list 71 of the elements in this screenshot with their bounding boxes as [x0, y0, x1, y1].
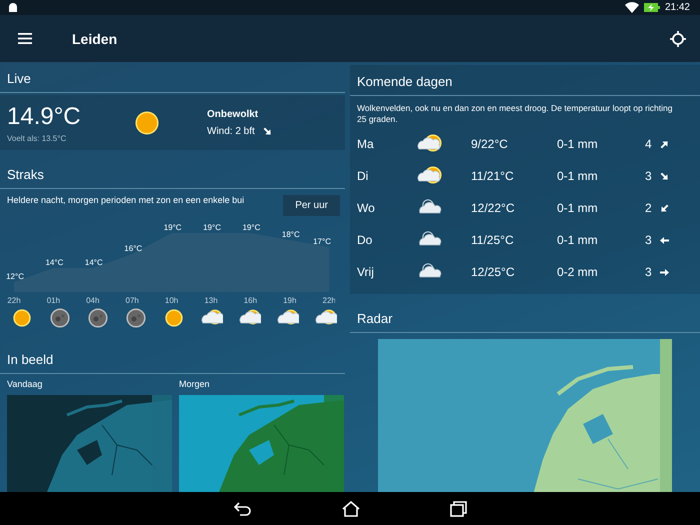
data-label: 18 — [282, 230, 291, 239]
hour-label: 07h — [126, 296, 139, 304]
city-title: Leiden — [72, 30, 118, 46]
day-name: Do — [357, 233, 374, 248]
day-name: Wo — [357, 201, 376, 216]
section-title: Komende dagen — [357, 74, 452, 89]
wifi-icon — [624, 2, 639, 13]
unit-label: °C — [15, 272, 24, 281]
unit-label: °C — [290, 230, 300, 239]
data-label: 17 — [313, 237, 322, 246]
precipitation: 0-1 mm — [557, 233, 599, 248]
wind-force: 3 — [645, 233, 652, 248]
back-icon[interactable] — [234, 502, 252, 516]
condition-text: Onbewolkt — [207, 108, 260, 120]
day-name: Di — [357, 169, 370, 184]
location-icon[interactable] — [670, 30, 686, 46]
battery-icon — [644, 3, 660, 12]
section-title: In beeld — [7, 352, 54, 367]
unit-label: °C — [133, 244, 142, 253]
precipitation: 0-1 mm — [557, 169, 599, 184]
recents-icon[interactable] — [450, 500, 466, 516]
home-icon[interactable] — [342, 500, 360, 516]
current-temperature: 14.9°C — [7, 102, 82, 130]
data-label: 16 — [124, 244, 134, 253]
data-label: 19 — [203, 223, 212, 232]
wind-force: 4 — [645, 137, 652, 152]
section-title: Radar — [357, 311, 392, 326]
wind-text: Wind: 2 bft — [207, 126, 255, 136]
precipitation: 0-1 mm — [557, 137, 599, 152]
data-label: 14 — [84, 258, 94, 267]
data-label: 19 — [164, 223, 173, 232]
hour-label: 04h — [86, 296, 100, 304]
per-uur-button[interactable]: Per uur — [283, 195, 340, 216]
hour-label: 22h — [322, 296, 335, 304]
data-label: 14 — [46, 258, 54, 267]
data-label: 12 — [6, 272, 15, 281]
day-name: Ma — [357, 137, 375, 152]
precipitation: 0-2 mm — [557, 265, 599, 280]
forecast-description: Wolkenvelden, ook nu en dan zon en meest droog. De temperatuur loopt op richting 25 graden. — [356, 102, 674, 124]
hour-label: 13h — [204, 296, 218, 304]
section-title: Live — [7, 71, 31, 86]
day-name: Vrij — [357, 265, 375, 280]
unit-label: °C — [322, 237, 331, 246]
hour-label: 19h — [283, 296, 296, 304]
hour-label: 16h — [244, 296, 258, 304]
menu-icon[interactable] — [18, 33, 32, 44]
unit-label: °C — [54, 258, 64, 267]
wind-force: 3 — [645, 265, 652, 280]
hour-label: 22h — [7, 296, 21, 304]
temperature-range: 12/25°C — [471, 265, 516, 280]
unit-label: °C — [251, 223, 260, 232]
temperature-range: 12/22°C — [471, 201, 516, 216]
map-label: Morgen — [179, 379, 211, 389]
unit-label: °C — [172, 223, 182, 232]
unit-label: °C — [94, 258, 103, 267]
data-label: 19 — [242, 223, 252, 232]
android-icon — [8, 2, 18, 12]
temperature-range: 11/25°C — [471, 233, 515, 248]
feels-like-text: Voelt als: 13.5°C — [7, 134, 68, 142]
temperature-range: 9/22°C — [471, 137, 509, 152]
precipitation: 0-1 mm — [557, 201, 599, 216]
hour-label: 01h — [46, 296, 60, 304]
status-time: 21:42 — [664, 2, 690, 13]
wind-force: 3 — [645, 169, 652, 184]
temperature-range: 11/21°C — [471, 169, 515, 184]
wind-force: 2 — [645, 201, 652, 216]
forecast-description: Heldere nacht, morgen perioden met zon en een enkele bui — [7, 195, 244, 205]
section-title: Straks — [7, 167, 44, 182]
map-label: Vandaag — [7, 379, 44, 389]
hour-label: 10h — [164, 296, 178, 304]
unit-label: °C — [212, 223, 221, 232]
